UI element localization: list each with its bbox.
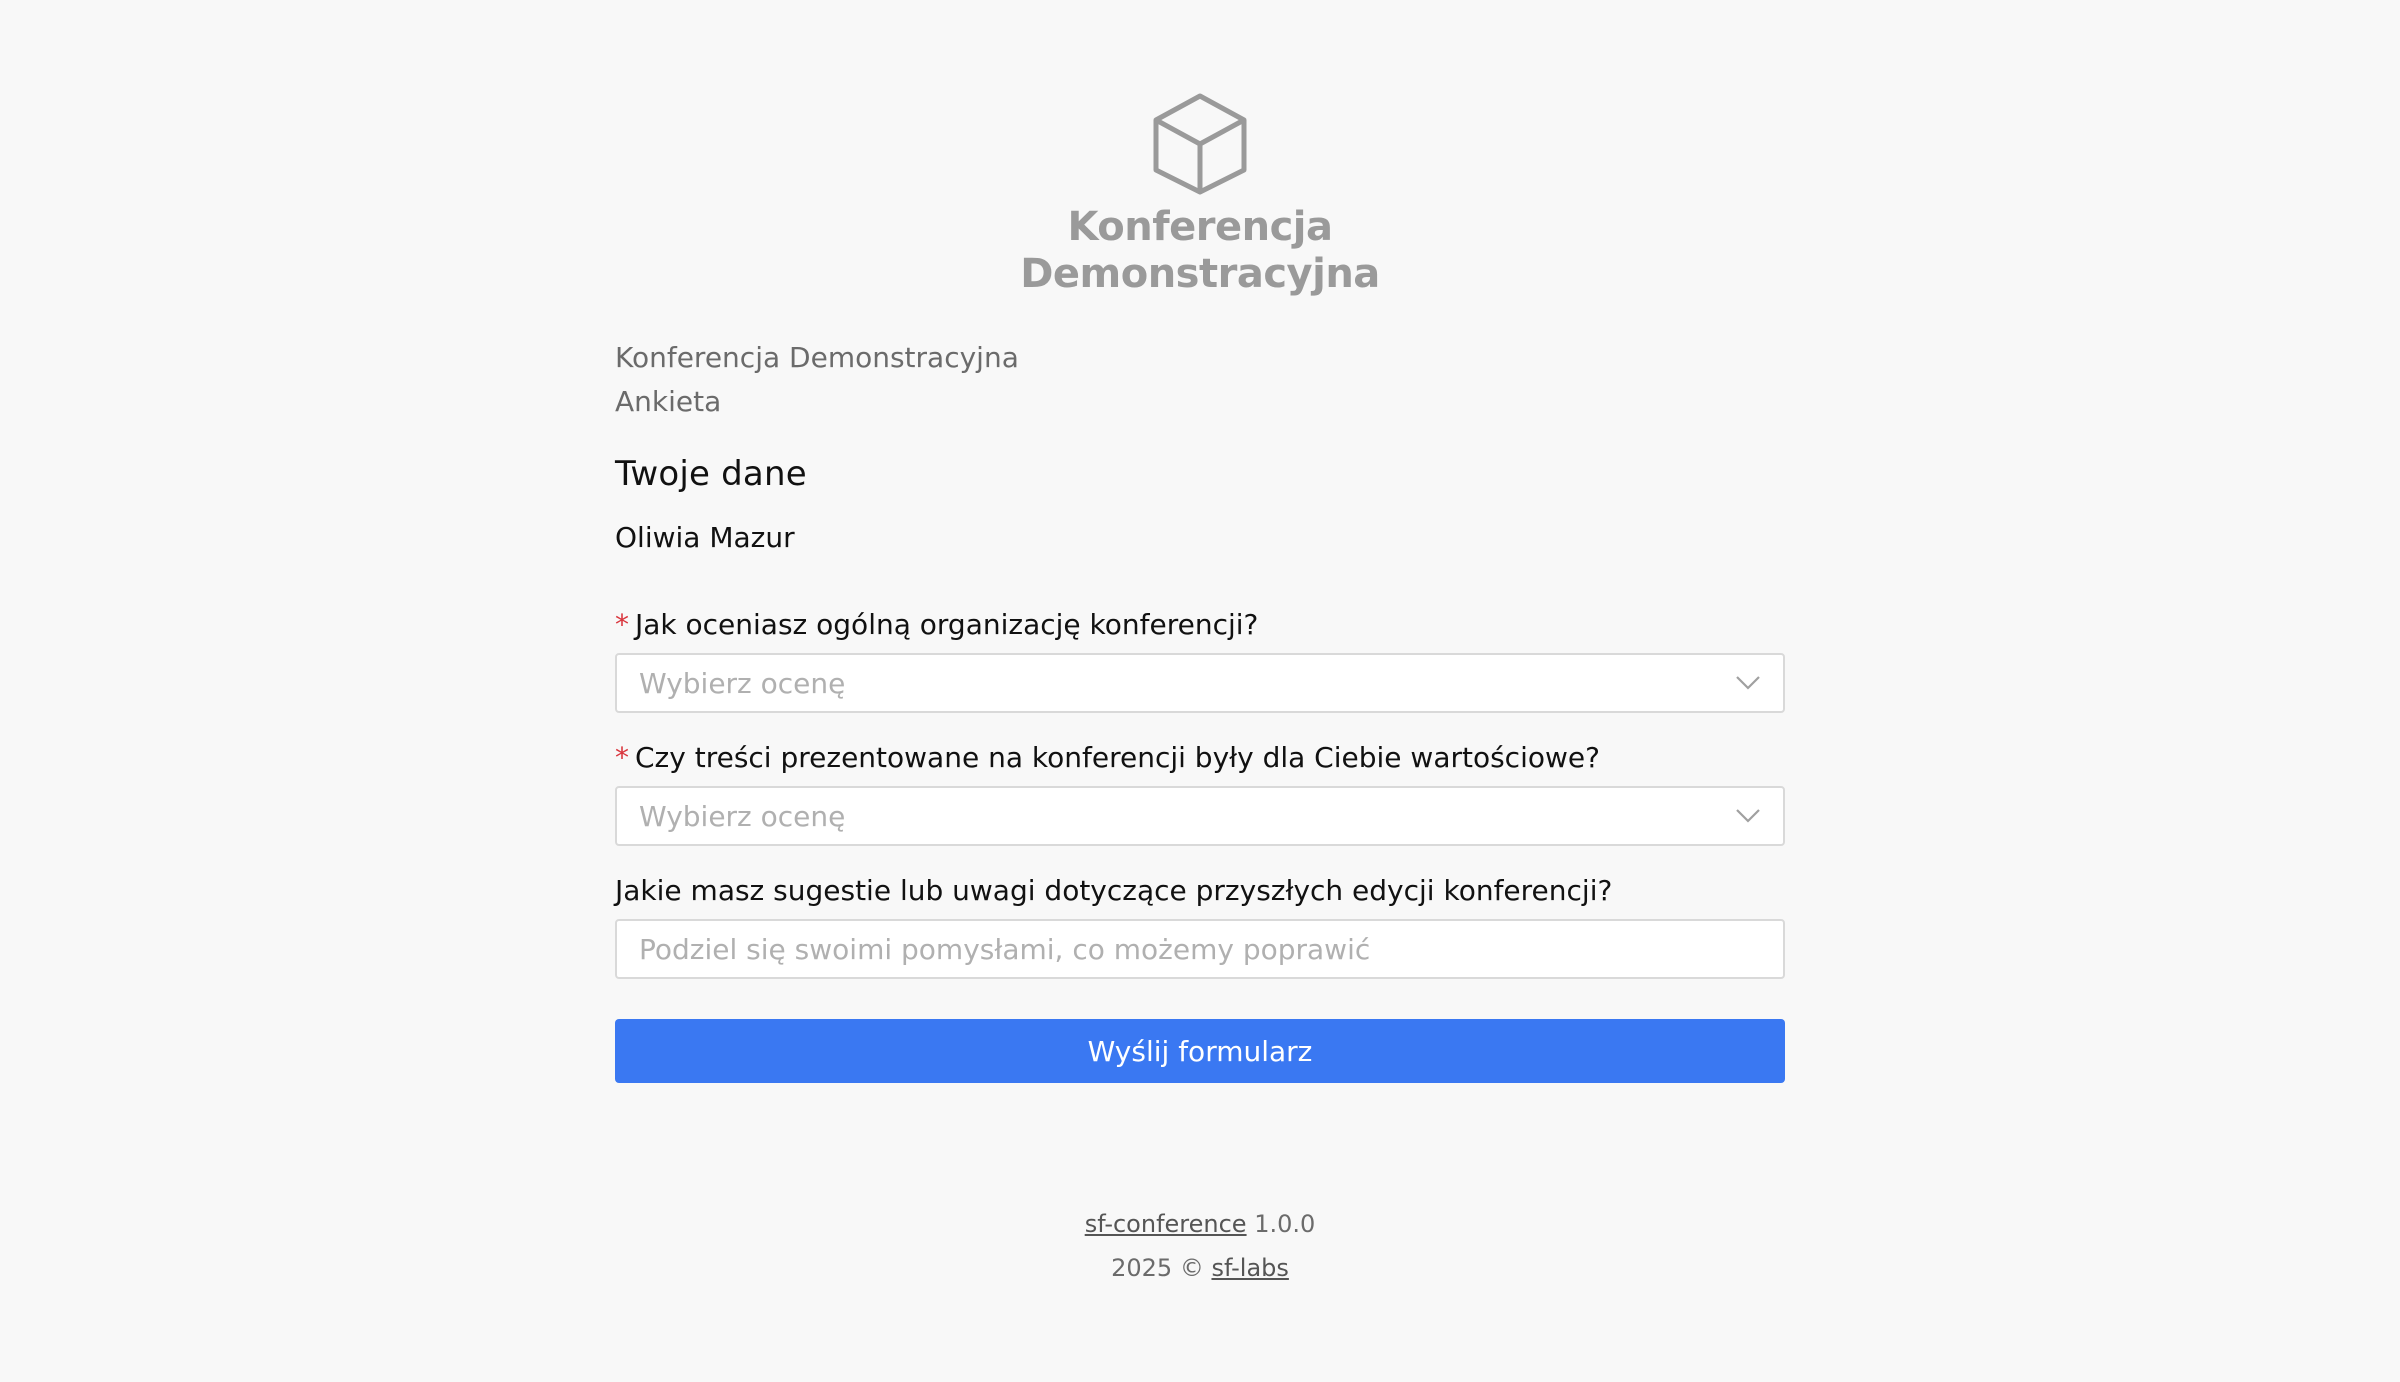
field-label: * Czy treści prezentowane na konferencji … [615,739,1785,777]
organization-rating-select[interactable]: Wybierz ocenę [615,653,1785,713]
app-version: 1.0.0 [1254,1210,1316,1238]
required-marker: * [615,741,629,774]
field-organization-rating: * Jak oceniasz ogólną organizację konfere… [615,606,1785,713]
footer-copyright-line: 2025 © sf-labs [0,1246,2400,1290]
content-value-select[interactable]: Wybierz ocenę [615,786,1785,846]
company-link[interactable]: sf-labs [1211,1254,1288,1282]
logo-line-2: Demonstracyjna [1020,251,1380,297]
chevron-down-icon [1736,676,1760,690]
required-marker: * [615,608,629,641]
survey-form: Konferencja Demonstracyjna Ankieta Twoje… [615,336,1785,1083]
field-label-text: Czy treści prezentowane na konferencji b… [635,741,1600,774]
field-content-value: * Czy treści prezentowane na konferencji … [615,739,1785,846]
form-type: Ankieta [615,385,722,418]
chevron-down-icon [1736,809,1760,823]
input-placeholder: Podziel się swoimi pomysłami, co możemy … [639,932,1371,966]
footer: sf-conference 1.0.0 2025 © sf-labs [0,1202,2400,1290]
select-placeholder: Wybierz ocenę [639,666,846,700]
suggestions-input[interactable]: Podziel się swoimi pomysłami, co możemy … [615,919,1785,979]
field-label: Jakie masz sugestie lub uwagi dotyczące … [615,872,1785,910]
footer-version-line: sf-conference 1.0.0 [0,1202,2400,1246]
section-title: Twoje dane [615,454,807,494]
select-placeholder: Wybierz ocenę [639,799,846,833]
cube-icon [1153,93,1247,195]
app-link[interactable]: sf-conference [1085,1210,1247,1238]
field-label: * Jak oceniasz ogólną organizację konfere… [615,606,1785,644]
field-suggestions: Jakie masz sugestie lub uwagi dotyczące … [615,872,1785,979]
user-name: Oliwia Mazur [615,521,795,554]
field-label-text: Jak oceniasz ogólną organizację konferen… [635,608,1259,641]
survey-page: Konferencja Demonstracyjna Konferencja D… [0,0,2400,1382]
conference-name: Konferencja Demonstracyjna [615,341,1019,374]
field-label-text: Jakie masz sugestie lub uwagi dotyczące … [615,874,1613,907]
conference-logo: Konferencja Demonstracyjna [0,92,2400,298]
logo-wordmark: Konferencja Demonstracyjna [0,204,2400,298]
submit-button[interactable]: Wyślij formularz [615,1019,1785,1083]
logo-line-1: Konferencja [1067,204,1333,250]
copyright-text: 2025 © [1111,1254,1204,1282]
